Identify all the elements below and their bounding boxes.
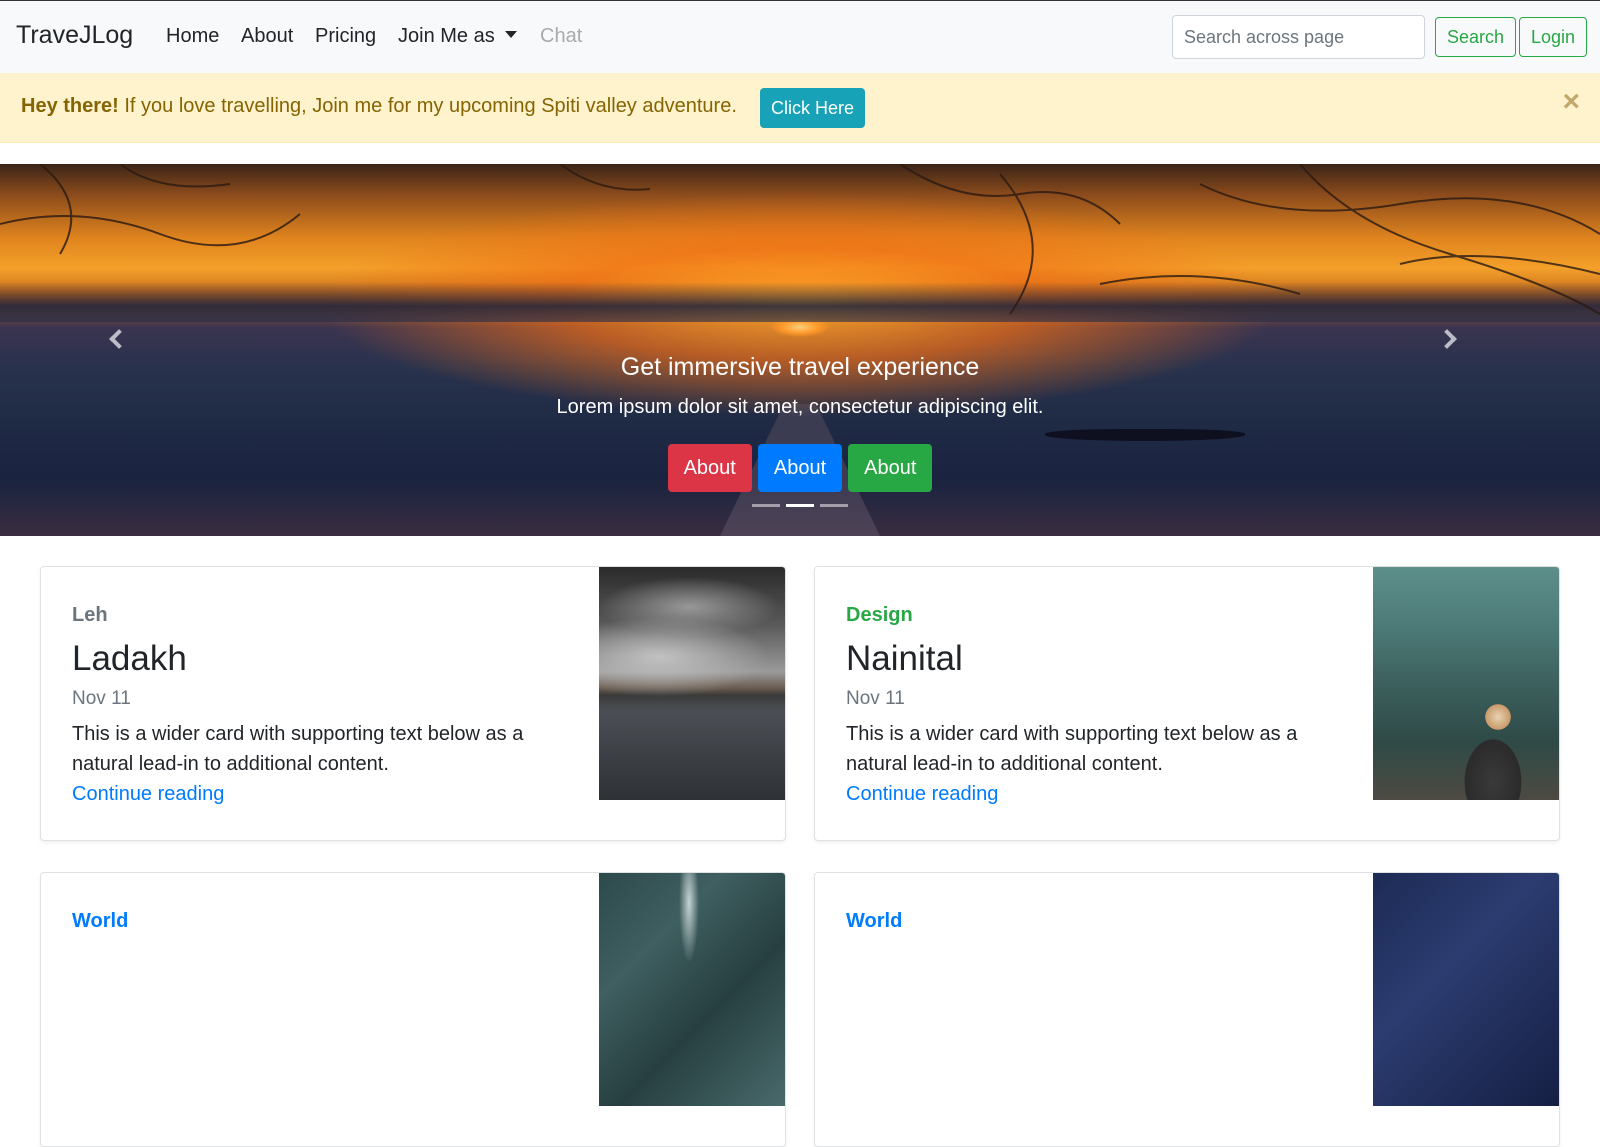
- card-thumbnail: [1373, 567, 1559, 800]
- card-thumbnail: [1373, 873, 1559, 1106]
- card-world-2: World: [814, 872, 1560, 1147]
- close-icon[interactable]: ×: [1562, 87, 1580, 117]
- branches-silhouette: [0, 164, 1600, 315]
- click-here-button[interactable]: Click Here: [760, 88, 866, 128]
- card-title: Ladakh: [72, 639, 187, 678]
- search-input[interactable]: [1172, 15, 1425, 59]
- card-text: This is a wider card with supporting tex…: [72, 723, 524, 775]
- card-thumbnail: [599, 567, 785, 800]
- about-button-green[interactable]: About: [848, 444, 933, 492]
- card-title: Nainital: [846, 639, 963, 678]
- carousel-title: Get immersive travel experience: [620, 353, 980, 381]
- about-button-red[interactable]: About: [667, 444, 752, 492]
- card-text: This is a wider card with supporting tex…: [846, 723, 1298, 775]
- boat-silhouette: [1045, 429, 1245, 441]
- nav-pricing[interactable]: Pricing: [315, 25, 376, 48]
- alert-strong: Hey there!: [21, 95, 119, 117]
- about-button-blue[interactable]: About: [757, 444, 843, 492]
- card-ladakh: Leh Ladakh Nov 11 This is a wider card w…: [40, 566, 786, 841]
- join-dropdown-label: Join Me as: [398, 25, 495, 47]
- nav-home[interactable]: Home: [166, 25, 219, 48]
- nav-chat-disabled: Chat: [540, 25, 583, 47]
- search-button[interactable]: Search: [1435, 17, 1517, 57]
- continue-reading-link[interactable]: Continue reading: [72, 783, 224, 806]
- caret-down-icon: [504, 31, 517, 38]
- alert-text: Hey there! If you love travelling, Join …: [21, 95, 737, 118]
- brand-logo[interactable]: TraveJLog: [16, 21, 133, 50]
- nav-join-dropdown[interactable]: Join Me as: [398, 25, 517, 48]
- card-thumbnail: [599, 873, 785, 1106]
- carousel-indicator[interactable]: [752, 504, 780, 507]
- card-category: Design: [846, 604, 913, 626]
- navbar: TraveJLog Home About Pricing Join Me as …: [0, 0, 1600, 73]
- carousel-indicators: [0, 504, 1600, 507]
- announcement-alert: Hey there! If you love travelling, Join …: [0, 73, 1600, 143]
- card-date: Nov 11: [72, 688, 131, 709]
- carousel-indicator[interactable]: [820, 504, 848, 507]
- card-category: World: [72, 910, 129, 932]
- carousel-text: Lorem ipsum dolor sit amet, consectetur …: [556, 396, 1044, 418]
- card-date: Nov 11: [846, 688, 905, 709]
- carousel-indicator-active[interactable]: [786, 504, 814, 507]
- card-category: Leh: [72, 604, 108, 626]
- card-category: World: [846, 910, 903, 932]
- carousel-buttons: About About About: [0, 444, 1600, 492]
- login-button[interactable]: Login: [1519, 17, 1588, 57]
- card-world-1: World: [40, 872, 786, 1147]
- alert-message: If you love travelling, Join me for my u…: [118, 95, 737, 117]
- continue-reading-link[interactable]: Continue reading: [846, 783, 998, 806]
- nav-about[interactable]: About: [241, 25, 293, 48]
- card-nainital: Design Nainital Nov 11 This is a wider c…: [814, 566, 1560, 841]
- hero-carousel: Get immersive travel experience Lorem ip…: [0, 164, 1600, 536]
